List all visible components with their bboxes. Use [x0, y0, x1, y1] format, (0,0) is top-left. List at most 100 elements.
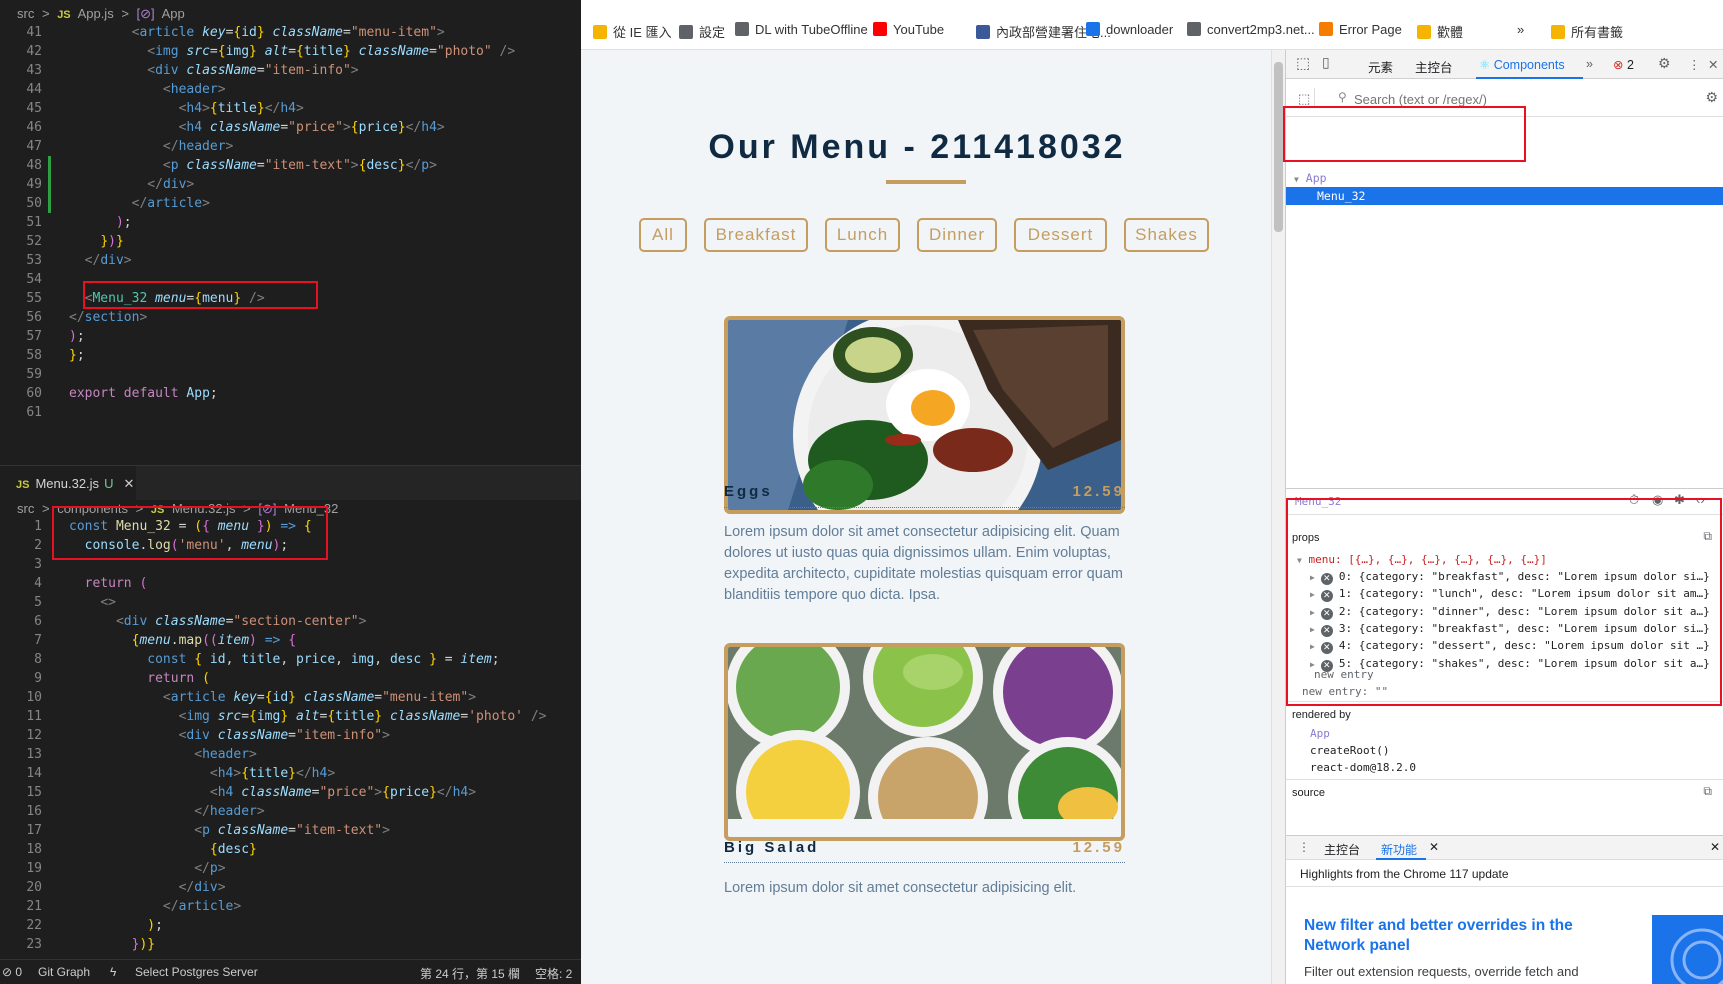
- eye-icon[interactable]: ◉: [1652, 492, 1663, 508]
- breadcrumb-item[interactable]: Menu_32: [284, 501, 338, 516]
- device-toolbar-icon[interactable]: ▯: [1322, 54, 1330, 71]
- breadcrumb-item[interactable]: components: [57, 501, 128, 516]
- delete-entry-icon[interactable]: ✕: [1320, 590, 1333, 603]
- code-line[interactable]: 11 <img src={img} alt={title} className=…: [0, 707, 581, 726]
- caret-right-icon[interactable]: ▶: [1310, 642, 1315, 651]
- tab-menu32[interactable]: JS Menu.32.js U ✕: [0, 466, 136, 501]
- bookmark-item[interactable]: 設定: [679, 22, 725, 41]
- breadcrumb-top[interactable]: src > JS App.js > [⊘] App: [0, 6, 581, 24]
- cursor-position[interactable]: 第 24 行，第 15 欄: [420, 965, 520, 982]
- filter-dessert-button[interactable]: Dessert: [1014, 218, 1107, 252]
- bookmark-item[interactable]: downloader: [1086, 22, 1173, 37]
- tab-elements[interactable]: 元素: [1368, 57, 1393, 76]
- code-line[interactable]: 51 );: [0, 213, 581, 232]
- code-line[interactable]: 18 {desc}: [0, 840, 581, 859]
- gear-icon[interactable]: ⚙: [1658, 55, 1671, 72]
- code-line[interactable]: 54: [0, 270, 581, 289]
- caret-right-icon[interactable]: ▶: [1310, 608, 1315, 617]
- code-line[interactable]: 61: [0, 403, 581, 422]
- page-scrollbar[interactable]: [1271, 50, 1285, 984]
- close-icon[interactable]: ✕: [1708, 57, 1718, 72]
- git-graph-button[interactable]: Git Graph: [38, 965, 90, 979]
- code-line[interactable]: 19 </p>: [0, 859, 581, 878]
- delete-entry-icon[interactable]: ✕: [1320, 659, 1333, 672]
- filter-dinner-button[interactable]: Dinner: [917, 218, 997, 252]
- prop-menu-entry[interactable]: ▶ ✕ 5: {category: "shakes", desc: "Lorem i…: [1286, 655, 1723, 673]
- bug-icon[interactable]: ✱: [1674, 492, 1685, 508]
- code-line[interactable]: 59: [0, 365, 581, 384]
- code-line[interactable]: 1 const Menu_32 = ({ menu }) => {: [0, 517, 581, 536]
- tab-console[interactable]: 主控台: [1415, 57, 1453, 76]
- bookmark-item[interactable]: Error Page: [1319, 22, 1402, 37]
- kebab-menu-icon[interactable]: ⋮: [1688, 57, 1701, 72]
- close-icon[interactable]: ✕: [1429, 840, 1439, 854]
- gear-icon[interactable]: ⚙: [1705, 89, 1718, 106]
- tree-node-app[interactable]: ▼ App: [1286, 169, 1723, 187]
- tab-components[interactable]: ⚛ Components: [1479, 57, 1565, 72]
- drawer-tab-console[interactable]: 主控台: [1324, 841, 1360, 858]
- bookmark-item[interactable]: »: [1517, 22, 1524, 37]
- copy-icon[interactable]: ⧉: [1703, 784, 1712, 799]
- breadcrumb-item[interactable]: App: [162, 6, 185, 21]
- code-line[interactable]: 56 </section>: [0, 308, 581, 327]
- prop-menu-entry[interactable]: ▶ ✕ 4: {category: "dessert", desc: "Lorem …: [1286, 637, 1723, 655]
- code-line[interactable]: 17 <p className="item-text">: [0, 821, 581, 840]
- select-element-icon[interactable]: ⬚: [1298, 91, 1310, 107]
- code-line[interactable]: 2 console.log('menu', menu);: [0, 536, 581, 555]
- problems-indicator[interactable]: ⊘ 0: [2, 965, 22, 979]
- drawer-tab-whatsnew[interactable]: 新功能: [1381, 841, 1417, 858]
- caret-right-icon[interactable]: ▶: [1310, 590, 1315, 599]
- timer-icon[interactable]: ⏱: [1629, 492, 1639, 508]
- code-line[interactable]: 15 <h4 className="price">{price}</h4>: [0, 783, 581, 802]
- error-icon[interactable]: ⊗ 2: [1613, 57, 1634, 72]
- breadcrumb-item[interactable]: src: [17, 6, 34, 21]
- filter-all-button[interactable]: All: [639, 218, 687, 252]
- code-line[interactable]: 46 <h4 className="price">{price}</h4>: [0, 118, 581, 137]
- prop-menu-entry[interactable]: ▶ ✕ 1: {category: "lunch", desc: "Lorem ip…: [1286, 585, 1723, 603]
- prop-menu-row[interactable]: ▼ menu: [{…}, {…}, {…}, {…}, {…}, {…}]: [1286, 551, 1723, 569]
- code-line[interactable]: 41 <article key={id} className="menu-ite…: [0, 23, 581, 42]
- code-line[interactable]: 43 <div className="item-info">: [0, 61, 581, 80]
- bookmark-item[interactable]: 所有書籤: [1551, 22, 1623, 41]
- code-line[interactable]: 10 <article key={id} className="menu-ite…: [0, 688, 581, 707]
- prop-menu-entry[interactable]: ▶ ✕ 3: {category: "breakfast", desc: "Lore…: [1286, 620, 1723, 638]
- code-line[interactable]: 5 <>: [0, 593, 581, 612]
- code-line[interactable]: 8 const { id, title, price, img, desc } …: [0, 650, 581, 669]
- search-input[interactable]: [1354, 88, 1654, 110]
- drawer-heading-link[interactable]: New filter and better overrides in the N…: [1304, 916, 1604, 956]
- scrollbar-thumb[interactable]: [1274, 62, 1283, 232]
- code-bottom-pane[interactable]: 1 const Menu_32 = ({ menu }) => {2 consol…: [0, 517, 581, 958]
- caret-right-icon[interactable]: ▶: [1310, 625, 1315, 634]
- code-line[interactable]: 44 <header>: [0, 80, 581, 99]
- code-line[interactable]: 14 <h4>{title}</h4>: [0, 764, 581, 783]
- code-line[interactable]: 20 </div>: [0, 878, 581, 897]
- code-line[interactable]: 53 </div>: [0, 251, 581, 270]
- code-line[interactable]: 21 </article>: [0, 897, 581, 916]
- code-line[interactable]: 22 );: [0, 916, 581, 935]
- code-line[interactable]: 57);: [0, 327, 581, 346]
- bookmark-item[interactable]: YouTube: [873, 22, 944, 37]
- source-icon[interactable]: ‹›: [1696, 492, 1705, 507]
- code-editor[interactable]: src > JS App.js > [⊘] App 41 <article ke…: [0, 0, 581, 984]
- breadcrumb-item[interactable]: src: [17, 501, 34, 516]
- code-line[interactable]: 55 <Menu_32 menu={menu} />: [0, 289, 581, 308]
- delete-entry-icon[interactable]: ✕: [1320, 624, 1333, 637]
- caret-right-icon[interactable]: ▶: [1310, 573, 1315, 582]
- bookmark-item[interactable]: 從 IE 匯入: [593, 22, 672, 41]
- bookmark-item[interactable]: DL with TubeOffline: [735, 22, 868, 37]
- code-line[interactable]: 49 </div>: [0, 175, 581, 194]
- breadcrumb-item[interactable]: Menu.32.js: [172, 501, 236, 516]
- indentation-setting[interactable]: 空格: 2: [535, 965, 572, 982]
- new-entry-outer[interactable]: new entry: "": [1286, 683, 1723, 701]
- copy-icon[interactable]: ⧉: [1703, 529, 1712, 544]
- rendered-by-app[interactable]: App: [1286, 725, 1723, 743]
- code-line[interactable]: 47 </header>: [0, 137, 581, 156]
- bookmark-item[interactable]: convert2mp3.net...: [1187, 22, 1315, 37]
- delete-entry-icon[interactable]: ✕: [1320, 607, 1333, 620]
- prop-menu-entry[interactable]: ▶ ✕ 2: {category: "dinner", desc: "Lorem i…: [1286, 603, 1723, 621]
- tree-node-menu32[interactable]: Menu_32: [1286, 187, 1723, 205]
- code-line[interactable]: 50 </article>: [0, 194, 581, 213]
- close-drawer-icon[interactable]: ✕: [1710, 840, 1720, 854]
- code-line[interactable]: 58};: [0, 346, 581, 365]
- more-tabs-icon[interactable]: »: [1586, 57, 1593, 71]
